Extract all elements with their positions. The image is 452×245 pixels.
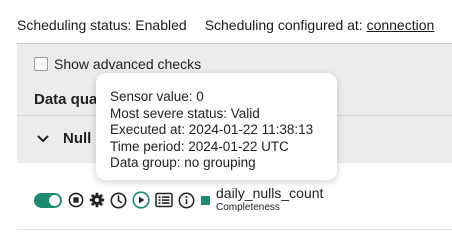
check-label: daily_nulls_count Completeness: [216, 186, 323, 214]
advanced-checks-label: Show advanced checks: [54, 56, 202, 72]
list-icon[interactable]: [155, 192, 173, 208]
toggle-icon[interactable]: [34, 192, 62, 208]
advanced-checks-checkbox[interactable]: [34, 57, 48, 71]
tooltip-data-group: Data group: no grouping: [110, 155, 256, 170]
tooltip-executed-at: Executed at: 2024-01-22 11:38:13: [110, 122, 314, 137]
stop-icon[interactable]: [68, 192, 84, 208]
check-group-label: Null: [63, 130, 92, 147]
status-square-icon: [201, 195, 210, 205]
advanced-checks-toggle[interactable]: Show advanced checks: [34, 56, 201, 72]
chevron-down-icon[interactable]: [37, 135, 49, 143]
check-category: Completeness: [216, 202, 280, 213]
scheduling-connection-link[interactable]: connection: [367, 17, 435, 33]
result-tooltip: Sensor value: 0 Most severe status: Vali…: [96, 73, 337, 180]
check-group-row-nulls[interactable]: Null: [37, 130, 91, 147]
gear-icon[interactable]: [89, 192, 105, 208]
scheduling-configured-label: Scheduling configured at:: [204, 17, 363, 33]
row-divider: [17, 229, 452, 230]
clock-icon[interactable]: [110, 192, 127, 209]
tooltip-sensor-value: Sensor value: 0: [110, 89, 204, 104]
scheduling-status-bar: Scheduling status: Enabled Scheduling con…: [17, 17, 434, 33]
info-icon[interactable]: [178, 192, 195, 209]
play-icon[interactable]: [132, 191, 150, 209]
tooltip-severity: Most severe status: Valid: [110, 105, 260, 121]
data-quality-header: Data qua: [34, 91, 98, 108]
scheduling-status-text: Scheduling status: Enabled: [17, 17, 187, 33]
check-row: daily_nulls_count Completeness: [34, 186, 323, 214]
check-name[interactable]: daily_nulls_count: [216, 186, 323, 201]
tooltip-time-period: Time period: 2024-01-22 UTC: [110, 138, 289, 154]
